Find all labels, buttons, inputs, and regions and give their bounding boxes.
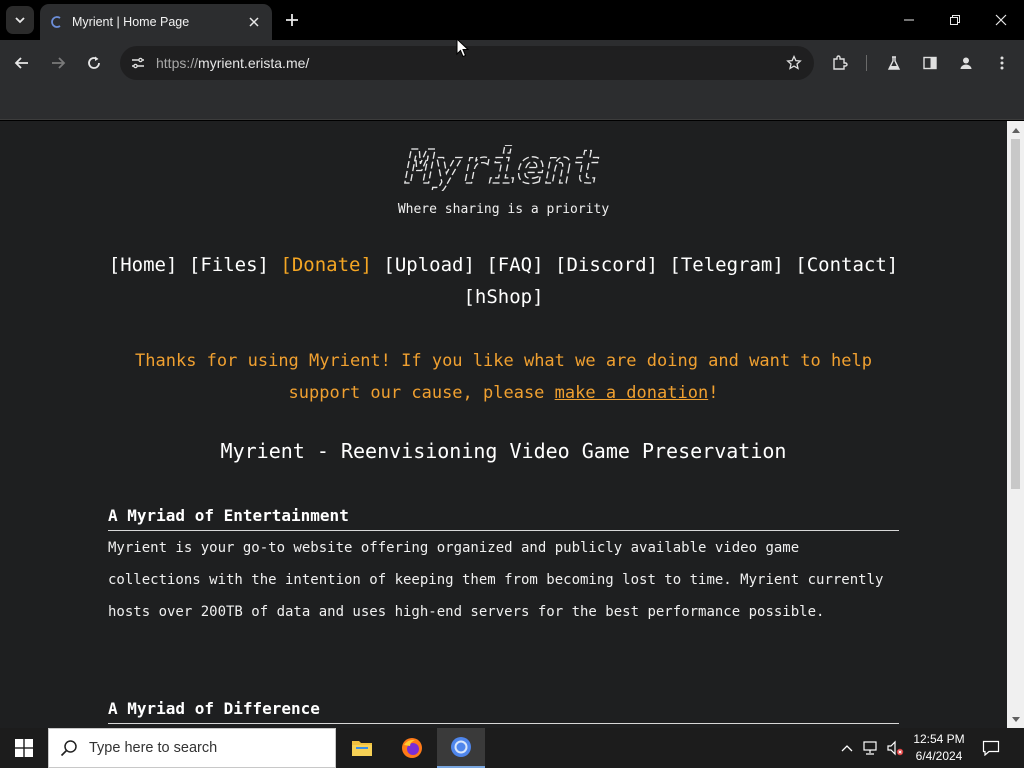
firefox-icon <box>402 738 422 758</box>
nav-files-link[interactable]: [Files] <box>189 254 269 276</box>
back-button[interactable] <box>8 49 36 77</box>
labs-icon[interactable] <box>880 49 908 77</box>
myrient-logo: Myrient <box>403 145 600 191</box>
action-center-button[interactable] <box>978 728 1004 768</box>
volume-muted-icon <box>887 740 904 756</box>
search-placeholder: Type here to search <box>89 740 218 756</box>
restore-icon <box>950 15 960 25</box>
menu-icon[interactable] <box>988 49 1016 77</box>
network-button[interactable] <box>860 728 882 768</box>
url-text[interactable]: https://myrient.erista.me/ <box>156 55 309 71</box>
notifications-icon <box>982 740 1000 756</box>
chrome-favicon-icon <box>50 15 64 29</box>
nav-telegram-link[interactable]: [Telegram] <box>669 254 783 276</box>
chevron-down-icon <box>15 17 25 24</box>
section-entertainment: A Myriad of Entertainment Myrient is you… <box>108 506 899 628</box>
network-icon <box>863 741 877 755</box>
url-scheme: https:// <box>156 55 199 71</box>
windows-taskbar: Type here to search 12:54 PM 6/4/2024 <box>0 728 1024 768</box>
donation-text: Thanks for using Myrient! If you like wh… <box>135 351 872 403</box>
nav-contact-link[interactable]: [Contact] <box>795 254 898 276</box>
page-viewport: Myrient Where sharing is a priority [Hom… <box>0 121 1007 728</box>
nav-home-link[interactable]: [Home] <box>109 254 178 276</box>
section-body: Myrient is your go-to website offering o… <box>108 540 884 620</box>
url-host: myrient.erista.me/ <box>198 55 310 71</box>
close-window-button[interactable] <box>978 0 1024 40</box>
page-headline: Myrient - Reenvisioning Video Game Prese… <box>220 439 787 463</box>
nav-hshop-link[interactable]: [hShop] <box>463 286 543 308</box>
plus-icon <box>286 14 298 26</box>
tab-title: Myrient | Home Page <box>72 15 190 29</box>
page-scrollbar[interactable] <box>1007 121 1024 728</box>
forward-icon <box>52 57 66 69</box>
toolbar-separator <box>866 55 867 71</box>
section-heading: A Myriad of Entertainment <box>108 506 899 531</box>
reload-button[interactable] <box>80 49 108 77</box>
windows-start-icon <box>15 739 33 757</box>
make-donation-link[interactable]: make a donation <box>555 383 709 403</box>
taskbar-search[interactable]: Type here to search <box>48 728 336 768</box>
taskbar-clock[interactable]: 12:54 PM 6/4/2024 <box>908 731 970 765</box>
clock-date: 6/4/2024 <box>915 749 963 763</box>
section-heading: A Myriad of Difference <box>108 699 899 724</box>
browser-titlebar: Myrient | Home Page <box>0 0 1024 40</box>
nav-upload-link[interactable]: [Upload] <box>383 254 475 276</box>
section-difference: A Myriad of Difference <box>108 699 899 724</box>
forward-button[interactable] <box>44 49 72 77</box>
firefox-button[interactable] <box>388 728 436 768</box>
nav-faq-link[interactable]: [FAQ] <box>486 254 543 276</box>
restore-button[interactable] <box>932 0 978 40</box>
main-nav: [Home] [Files] [Donate] [Upload] [FAQ] [… <box>100 249 907 313</box>
chrome-icon <box>451 737 471 757</box>
active-tab[interactable]: Myrient | Home Page <box>40 4 272 40</box>
tab-search-button[interactable] <box>6 6 34 34</box>
search-icon <box>49 728 89 768</box>
file-explorer-icon <box>352 741 372 756</box>
site-info-icon[interactable] <box>120 46 156 80</box>
scrollbar-thumb[interactable] <box>1011 139 1020 489</box>
clock-time: 12:54 PM <box>913 732 965 746</box>
show-hidden-icons-button[interactable] <box>838 728 856 768</box>
scroll-down-arrow[interactable] <box>1011 715 1020 724</box>
file-explorer-button[interactable] <box>338 728 386 768</box>
start-button[interactable] <box>0 728 48 768</box>
chevron-up-icon <box>841 745 853 752</box>
close-icon[interactable] <box>246 14 262 30</box>
mouse-cursor-icon <box>456 38 470 58</box>
back-icon <box>14 57 28 69</box>
nav-discord-link[interactable]: [Discord] <box>555 254 658 276</box>
logo-text: Myrient <box>404 145 600 191</box>
minimize-button[interactable] <box>886 0 932 40</box>
volume-button[interactable] <box>884 728 906 768</box>
donation-banner: Thanks for using Myrient! If you like wh… <box>100 345 907 409</box>
scroll-up-arrow[interactable] <box>1011 125 1020 134</box>
bookmarks-bar <box>0 86 1024 120</box>
extensions-icon[interactable] <box>826 49 854 77</box>
profile-icon[interactable] <box>952 49 980 77</box>
close-icon <box>995 14 1007 26</box>
side-panel-icon[interactable] <box>916 49 944 77</box>
new-tab-button[interactable] <box>280 8 304 32</box>
reload-icon <box>88 56 100 69</box>
minimize-icon <box>904 19 914 21</box>
donation-text-end: ! <box>708 383 719 403</box>
star-icon[interactable] <box>782 51 806 75</box>
tagline: Where sharing is a priority <box>397 202 610 217</box>
chrome-button[interactable] <box>437 728 485 768</box>
nav-donate-link[interactable]: [Donate] <box>280 254 372 276</box>
